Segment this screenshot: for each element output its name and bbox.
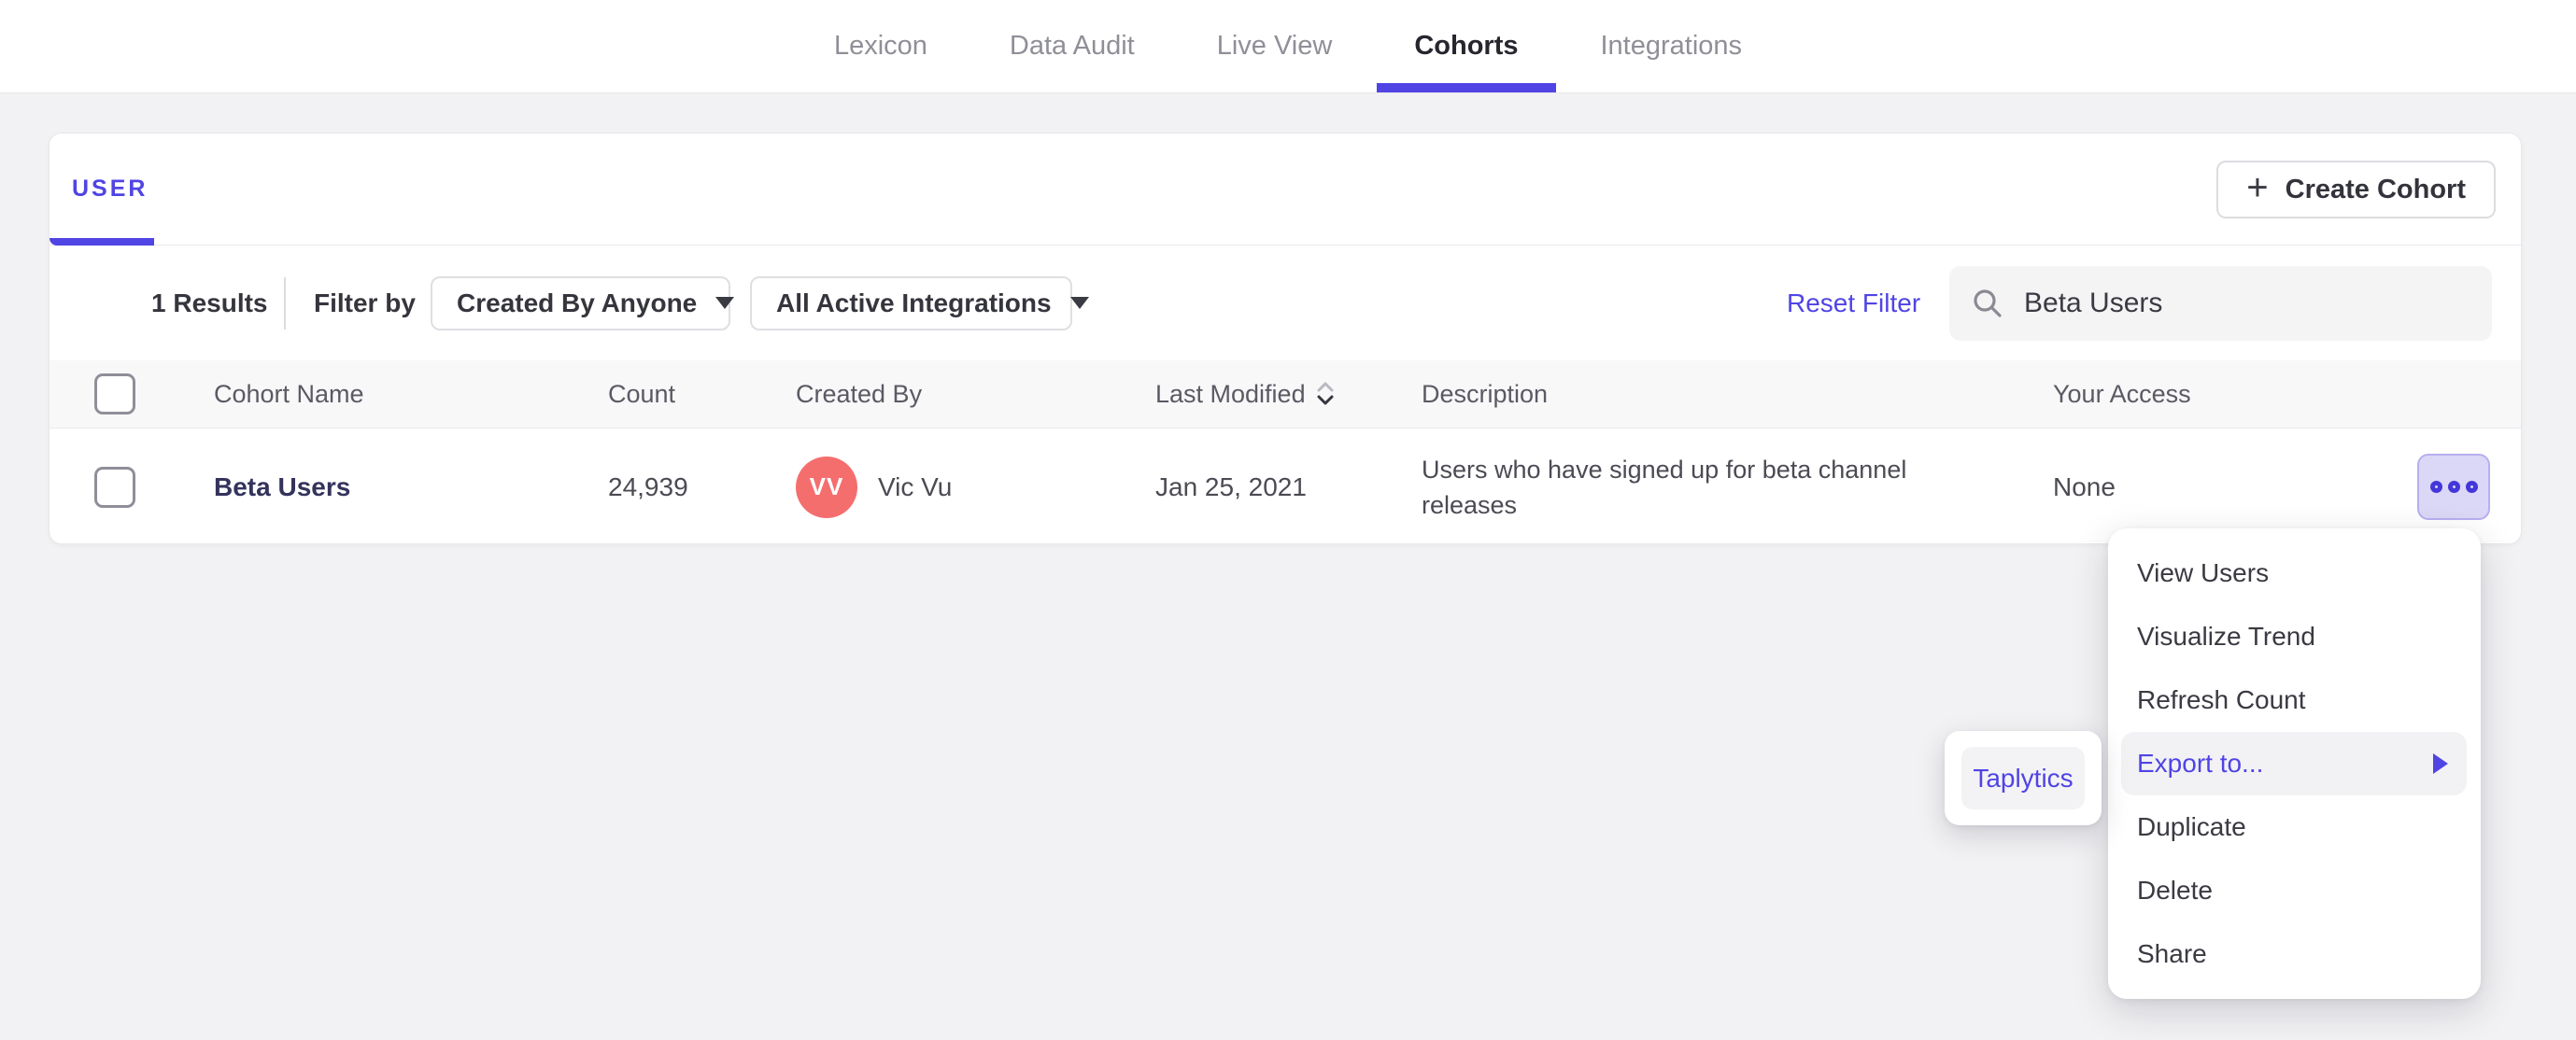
results-count: 1 Results: [151, 288, 268, 317]
cohorts-panel: USER + Create Cohort 1 Results Filter by…: [49, 133, 2522, 544]
more-actions-button[interactable]: [2417, 454, 2490, 520]
chevron-down-icon: [1069, 297, 1089, 309]
avatar: VV: [796, 456, 857, 518]
top-navigation: Lexicon Data Audit Live View Cohorts Int…: [0, 0, 2576, 93]
tab-cohorts[interactable]: Cohorts: [1377, 0, 1556, 92]
menu-item-duplicate[interactable]: Duplicate: [2108, 795, 2481, 859]
menu-item-delete[interactable]: Delete: [2108, 859, 2481, 922]
chevron-down-icon: [715, 297, 735, 309]
sort-icon: [1317, 382, 1334, 405]
user-tab-underline: [50, 238, 154, 246]
integrations-dropdown-value: All Active Integrations: [776, 288, 1052, 317]
cohort-description: Users who have signed up for beta channe…: [1422, 455, 1907, 519]
column-header-created-by[interactable]: Created By: [796, 380, 1155, 409]
row-actions-menu: View Users Visualize Trend Refresh Count…: [2108, 528, 2481, 999]
menu-item-visualize-trend[interactable]: Visualize Trend: [2108, 605, 2481, 668]
plus-icon: +: [2246, 167, 2269, 208]
created-by-dropdown-value: Created By Anyone: [457, 288, 698, 317]
cohort-count: 24,939: [608, 471, 688, 501]
create-cohort-label: Create Cohort: [2285, 174, 2466, 204]
column-header-cohort-name[interactable]: Cohort Name: [214, 380, 608, 409]
divider: [284, 276, 286, 330]
select-all-checkbox[interactable]: [94, 373, 135, 415]
menu-item-share[interactable]: Share: [2108, 922, 2481, 986]
create-cohort-button[interactable]: + Create Cohort: [2216, 161, 2496, 218]
tab-user[interactable]: USER: [72, 176, 148, 203]
integrations-dropdown[interactable]: All Active Integrations: [750, 275, 1089, 330]
filter-by-label: Filter by: [314, 288, 416, 317]
last-modified-value: Jan 25, 2021: [1155, 471, 1307, 501]
search-icon: [1974, 288, 2002, 317]
tab-lexicon[interactable]: Lexicon: [834, 0, 927, 92]
ellipsis-icon: [2429, 481, 2442, 493]
menu-item-view-users[interactable]: View Users: [2108, 541, 2481, 605]
submenu-arrow-icon: [2433, 753, 2448, 774]
created-by-cell: VV Vic Vu: [796, 456, 1155, 518]
tab-live-view[interactable]: Live View: [1217, 0, 1333, 92]
search-box[interactable]: [1949, 265, 2492, 341]
menu-item-export-to[interactable]: Export to...: [2121, 732, 2467, 795]
search-input[interactable]: [2024, 287, 2470, 319]
column-header-last-modified[interactable]: Last Modified: [1155, 380, 1336, 409]
created-by-name: Vic Vu: [878, 471, 953, 501]
created-by-dropdown[interactable]: Created By Anyone: [431, 275, 735, 330]
reset-filter-link[interactable]: Reset Filter: [1787, 288, 1920, 318]
filter-bar: 1 Results Filter by Created By Anyone Al…: [50, 246, 2521, 360]
menu-item-refresh-count[interactable]: Refresh Count: [2108, 668, 2481, 732]
tab-data-audit[interactable]: Data Audit: [1010, 0, 1135, 92]
export-submenu: Taplytics: [1945, 731, 2102, 825]
cohort-name-link[interactable]: Beta Users: [214, 472, 608, 502]
your-access-value: None: [2053, 471, 2116, 501]
table-header: Cohort Name Count Created By Last Modifi…: [50, 360, 2521, 429]
column-header-count[interactable]: Count: [608, 380, 796, 409]
panel-header: USER + Create Cohort: [50, 134, 2521, 246]
column-header-description[interactable]: Description: [1422, 380, 2053, 409]
submenu-item-taplytics[interactable]: Taplytics: [1961, 747, 2085, 809]
row-checkbox[interactable]: [94, 466, 135, 508]
tab-integrations[interactable]: Integrations: [1601, 0, 1743, 92]
column-header-your-access[interactable]: Your Access: [2053, 380, 2417, 409]
